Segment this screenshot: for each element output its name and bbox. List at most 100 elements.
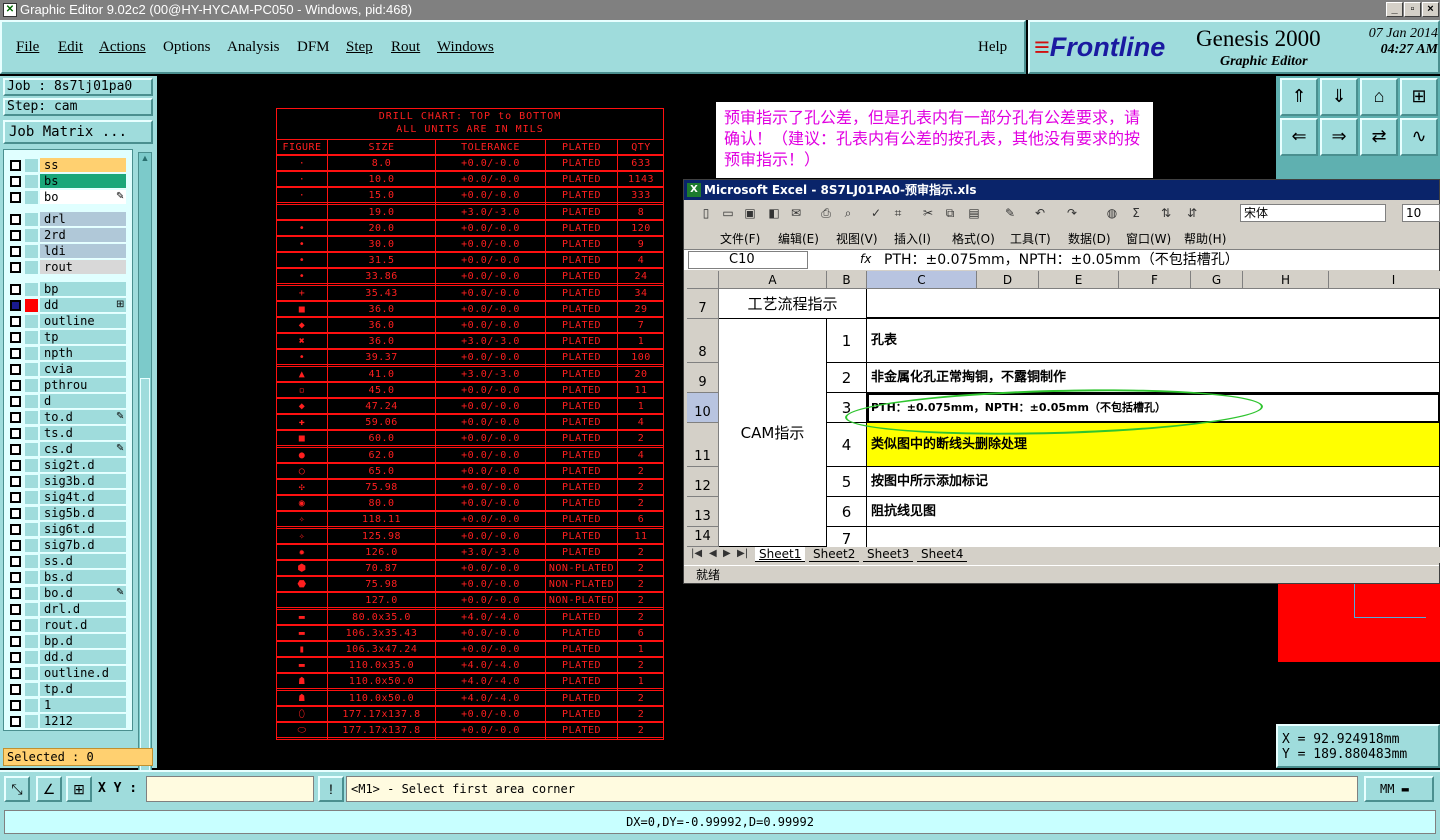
layer-checkbox[interactable] [10,524,21,535]
layer-color-swatch[interactable] [25,571,38,584]
hyperlink-icon[interactable]: ◍ [1104,205,1120,221]
layer-color-swatch[interactable] [25,475,38,488]
layer-checkbox[interactable] [10,620,21,631]
layer-name[interactable]: bo [40,190,126,205]
email-icon[interactable]: ✉ [788,205,804,221]
grid-icon[interactable]: ⊞ [1400,78,1438,116]
layer-checkbox[interactable] [10,412,21,423]
layer-name[interactable]: ldi [40,244,126,259]
layer-checkbox[interactable] [10,492,21,503]
scroll-thumb[interactable] [140,378,150,808]
layer-name[interactable]: bp.d [40,634,126,649]
layer-color-swatch[interactable] [25,331,38,344]
home-down-icon[interactable]: ⇓ [1320,78,1358,116]
item-text-cell[interactable]: 孔表 [867,319,1440,363]
layer-row[interactable]: outline [8,314,126,329]
layer-checkbox[interactable] [10,444,21,455]
layer-row[interactable]: ldi [8,244,126,259]
mirror-icon[interactable]: ⇄ [1360,118,1398,156]
arrow-right-icon[interactable]: ⇒ [1320,118,1358,156]
layer-checkbox[interactable] [10,508,21,519]
layer-checkbox[interactable] [10,364,21,375]
measure-icon[interactable]: ∠ [36,776,62,802]
item-number-cell[interactable]: 2 [827,363,867,393]
layer-row[interactable]: dd.d [8,650,126,665]
menu-rout[interactable]: Rout [391,39,420,56]
snap-grid-icon[interactable]: ⊞ [66,776,92,802]
layer-name[interactable]: dd [40,298,126,313]
layer-checkbox[interactable] [10,160,21,171]
column-header[interactable]: D [977,271,1039,289]
layer-checkbox[interactable] [10,636,21,647]
layer-color-swatch[interactable] [25,587,38,600]
formula-input[interactable]: PTH：±0.075mm，NPTH：±0.05mm（不包括槽孔） [884,251,1239,269]
layer-color-swatch[interactable] [25,213,38,226]
excel-menu-format[interactable]: 格式(O) [952,230,995,247]
layer-checkbox[interactable] [10,684,21,695]
spelling-icon[interactable]: ✓ [868,205,884,221]
layer-color-swatch[interactable] [25,159,38,172]
layer-color-swatch[interactable] [25,459,38,472]
layer-name[interactable]: 2rd [40,228,126,243]
home-icon[interactable]: ⌂ [1360,78,1398,116]
layer-row[interactable]: sig3b.d [8,474,126,489]
layer-name[interactable]: sig4t.d [40,490,126,505]
layer-name[interactable]: cvia [40,362,126,377]
name-box[interactable]: C10 [688,251,808,269]
item-number-cell[interactable]: 5 [827,467,867,497]
layer-name[interactable]: tp [40,330,126,345]
layer-name[interactable]: 1 [40,698,126,713]
item-number-cell[interactable]: 4 [827,423,867,467]
cam-label-cell[interactable]: CAM指示 [719,319,827,547]
autosum-icon[interactable]: Σ [1128,205,1144,221]
layer-name[interactable]: ss.d [40,554,126,569]
column-header[interactable]: G [1191,271,1243,289]
layer-row[interactable]: cs.d ✎ [8,442,126,457]
layer-scrollbar[interactable]: ▲ ▼ [138,152,152,817]
column-header[interactable]: H [1243,271,1329,289]
menu-step[interactable]: Step [346,39,373,56]
layer-color-swatch[interactable] [25,315,38,328]
home-up-icon[interactable]: ⇑ [1280,78,1318,116]
row-header[interactable]: 7 [687,289,719,319]
layer-color-swatch[interactable] [25,379,38,392]
layer-checkbox[interactable] [10,652,21,663]
layer-row[interactable]: sig7b.d [8,538,126,553]
layer-color-swatch[interactable] [25,229,38,242]
layer-checkbox[interactable] [10,316,21,327]
sheet-tab-1[interactable]: Sheet1 [755,547,806,562]
fx-icon[interactable]: fx [860,252,871,266]
layer-checkbox[interactable] [10,284,21,295]
layer-color-swatch[interactable] [25,299,38,312]
layer-name[interactable]: npth [40,346,126,361]
layer-checkbox[interactable] [10,572,21,583]
layer-row[interactable]: tp.d [8,682,126,697]
layer-row[interactable]: ts.d [8,426,126,441]
layer-color-swatch[interactable] [25,363,38,376]
column-header[interactable]: C [867,271,977,289]
excel-menu-data[interactable]: 数据(D) [1068,230,1111,247]
layer-color-swatch[interactable] [25,619,38,632]
layer-color-swatch[interactable] [25,491,38,504]
column-header[interactable]: B [827,271,867,289]
menu-analysis[interactable]: Analysis [227,39,280,56]
row-header[interactable]: 9 [687,363,719,393]
next-sheet-icon[interactable]: ▶ [723,548,731,559]
layer-color-swatch[interactable] [25,555,38,568]
item-number-cell[interactable]: 7 [827,527,867,547]
layer-color-swatch[interactable] [25,347,38,360]
layer-color-swatch[interactable] [25,715,38,728]
sheet-tab-3[interactable]: Sheet3 [863,547,914,562]
layer-name[interactable]: bs [40,174,126,189]
layer-checkbox[interactable] [10,348,21,359]
minimize-button[interactable]: _ [1386,2,1403,17]
menu-edit[interactable]: Edit [58,39,83,56]
layer-checkbox[interactable] [10,230,21,241]
layer-row[interactable]: 1212 [8,714,126,729]
format-painter-icon[interactable]: ✎ [1002,205,1018,221]
layer-color-swatch[interactable] [25,175,38,188]
layer-row[interactable]: sig5b.d [8,506,126,521]
layer-name[interactable]: d [40,394,126,409]
layer-checkbox[interactable] [10,332,21,343]
permission-icon[interactable]: ◧ [766,205,782,221]
